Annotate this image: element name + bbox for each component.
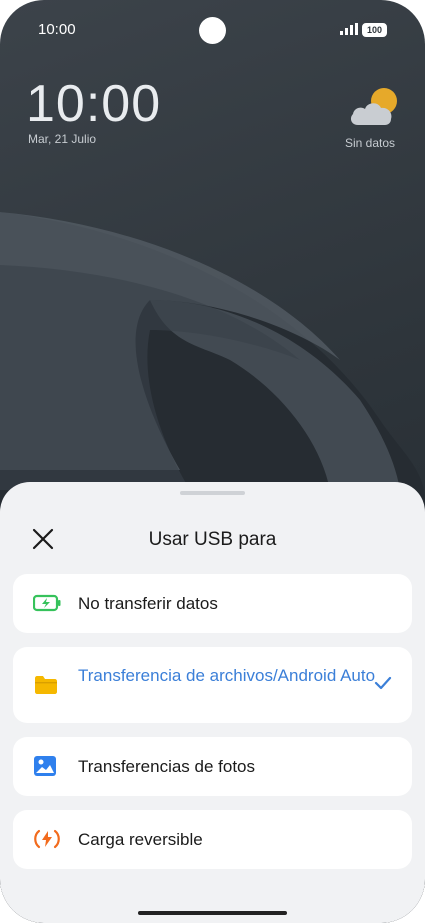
- sheet-title: Usar USB para: [148, 529, 277, 550]
- option-no-data-transfer[interactable]: No transferir datos: [13, 574, 412, 633]
- home-indicator[interactable]: [138, 911, 287, 915]
- checkmark-icon: [374, 676, 392, 690]
- lockscreen-date: Mar, 21 Julio: [28, 132, 97, 146]
- lockscreen-clock: 10:00: [26, 75, 162, 133]
- option-photo-transfer[interactable]: Transferencias de fotos: [13, 737, 412, 796]
- status-bar: 10:00 100: [0, 0, 425, 60]
- sheet-grabber[interactable]: [180, 491, 245, 495]
- option-label: Carga reversible: [78, 830, 203, 849]
- reverse-charge-icon: [34, 829, 60, 849]
- image-icon: [34, 756, 56, 776]
- battery-charging-icon: [33, 594, 61, 612]
- battery-icon: 100: [362, 23, 387, 37]
- folder-icon: [35, 676, 57, 694]
- option-label: Transferencias de fotos: [78, 757, 256, 776]
- phone-screen: 10:00 100 10:00 Mar, 21 Julio Sin datos …: [0, 0, 425, 923]
- option-label: Transferencia de archivos/Android Auto: [78, 666, 376, 685]
- status-time: 10:00: [38, 21, 76, 38]
- signal-icon: [340, 23, 358, 35]
- usb-options-sheet: Usar USB para No transferir datos Transf…: [0, 482, 425, 923]
- option-label: No transferir datos: [78, 594, 218, 613]
- option-reverse-charging[interactable]: Carga reversible: [13, 810, 412, 869]
- partly-cloudy-icon[interactable]: [348, 85, 400, 127]
- option-file-transfer[interactable]: Transferencia de archivos/Android Auto: [13, 647, 412, 723]
- weather-label: Sin datos: [345, 136, 396, 150]
- front-camera: [199, 17, 226, 44]
